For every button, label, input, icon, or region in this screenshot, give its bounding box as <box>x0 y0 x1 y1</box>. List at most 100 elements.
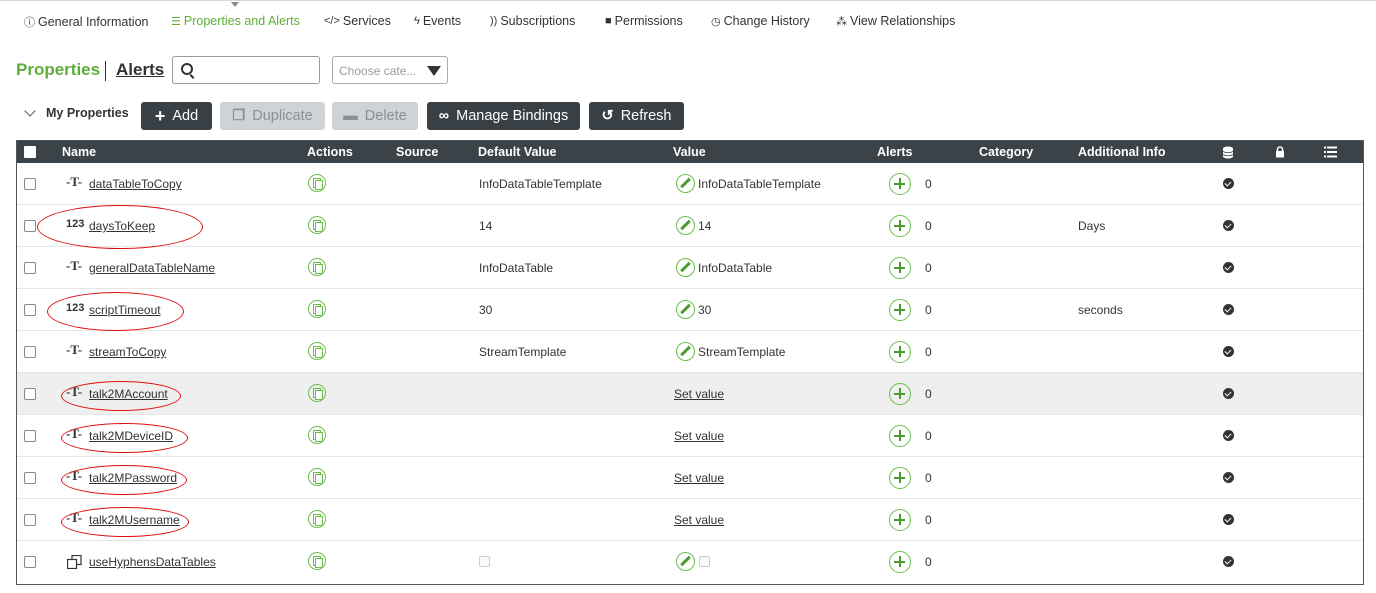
column-default-value[interactable]: Default Value <box>478 145 557 159</box>
table-row[interactable]: useHyphensDataTables 0 <box>17 541 1363 583</box>
tab-label: Subscriptions <box>500 14 576 28</box>
column-name[interactable]: Name <box>62 145 96 159</box>
property-name[interactable]: useHyphensDataTables <box>89 555 216 569</box>
alerts-link[interactable]: Alerts <box>116 60 164 80</box>
copy-icon[interactable] <box>308 384 326 402</box>
tab-change-history[interactable]: ◷ Change History <box>711 14 810 28</box>
category-placeholder: Choose cate... <box>339 64 417 78</box>
tab-permissions[interactable]: ■ Permissions <box>605 14 683 28</box>
refresh-button[interactable]: ↺ Refresh <box>589 102 684 130</box>
copy-icon[interactable] <box>308 342 326 360</box>
row-checkbox[interactable] <box>24 514 36 526</box>
select-all-checkbox[interactable] <box>24 146 36 158</box>
tab-events[interactable]: ϟ Events <box>414 14 461 28</box>
row-checkbox[interactable] <box>24 388 36 400</box>
add-alert-icon[interactable] <box>889 383 911 405</box>
tab-label: General Information <box>38 15 149 29</box>
table-row[interactable]: -T- talk2MUsername Set value 0 <box>17 499 1363 541</box>
alert-count: 0 <box>925 429 932 443</box>
edit-pencil-icon[interactable] <box>676 174 695 193</box>
edit-pencil-icon[interactable] <box>676 552 695 571</box>
tab-general-information[interactable]: ⓘ General Information <box>24 14 148 30</box>
manage-bindings-button[interactable]: ∞ Manage Bindings <box>427 102 580 130</box>
add-alert-icon[interactable] <box>889 257 911 279</box>
copy-icon[interactable] <box>308 174 326 192</box>
duplicate-button[interactable]: ❐ Duplicate <box>220 102 325 130</box>
tab-properties-and-alerts[interactable]: ☰ Properties and Alerts <box>171 14 300 28</box>
set-value-link[interactable]: Set value <box>674 387 724 401</box>
table-row[interactable]: -T- talk2MAccount Set value 0 <box>17 373 1363 415</box>
row-checkbox[interactable] <box>24 304 36 316</box>
copy-icon[interactable] <box>308 468 326 486</box>
category-select[interactable]: Choose cate... <box>332 56 448 84</box>
copy-icon[interactable] <box>308 300 326 318</box>
copy-icon[interactable] <box>308 510 326 528</box>
table-row[interactable]: -T- dataTableToCopy InfoDataTableTemplat… <box>17 163 1363 205</box>
column-chooser-icon[interactable] <box>1324 146 1337 158</box>
row-checkbox[interactable] <box>24 346 36 358</box>
copy-icon[interactable] <box>308 216 326 234</box>
edit-pencil-icon[interactable] <box>676 216 695 235</box>
add-alert-icon[interactable] <box>889 551 911 573</box>
table-row[interactable]: -T- talk2MDeviceID Set value 0 <box>17 415 1363 457</box>
add-alert-icon[interactable] <box>889 509 911 531</box>
database-icon[interactable] <box>1222 146 1234 159</box>
row-checkbox[interactable] <box>24 472 36 484</box>
property-name[interactable]: talk2MAccount <box>89 387 168 401</box>
column-category[interactable]: Category <box>979 145 1033 159</box>
tab-view-relationships[interactable]: ⁂ View Relationships <box>836 14 955 28</box>
row-checkbox[interactable] <box>24 220 36 232</box>
set-value-link[interactable]: Set value <box>674 471 724 485</box>
column-value[interactable]: Value <box>673 145 706 159</box>
copy-icon[interactable] <box>308 258 326 276</box>
row-checkbox[interactable] <box>24 178 36 190</box>
check-circle-icon <box>1223 556 1234 567</box>
add-alert-icon[interactable] <box>889 341 911 363</box>
table-row[interactable]: 123 scriptTimeout 30 30 0 seconds <box>17 289 1363 331</box>
string-type-icon: -T- <box>66 342 83 357</box>
column-actions[interactable]: Actions <box>307 145 353 159</box>
set-value-link[interactable]: Set value <box>674 513 724 527</box>
lock-icon[interactable] <box>1275 146 1285 158</box>
set-value-link[interactable]: Set value <box>674 429 724 443</box>
property-name[interactable]: talk2MDeviceID <box>89 429 173 443</box>
row-checkbox[interactable] <box>24 262 36 274</box>
add-alert-icon[interactable] <box>889 215 911 237</box>
table-row[interactable]: -T- streamToCopy StreamTemplate StreamTe… <box>17 331 1363 373</box>
property-name[interactable]: talk2MPassword <box>89 471 177 485</box>
value-checkbox[interactable] <box>699 556 710 567</box>
add-alert-icon[interactable] <box>889 299 911 321</box>
delete-button[interactable]: ▬ Delete <box>332 102 418 130</box>
add-button[interactable]: + Add <box>141 102 212 130</box>
table-row[interactable]: -T- talk2MPassword Set value 0 <box>17 457 1363 499</box>
table-row[interactable]: 123 daysToKeep 14 14 0 Days <box>17 205 1363 247</box>
my-properties-toggle[interactable]: My Properties <box>22 105 129 120</box>
tab-label: Change History <box>723 14 810 28</box>
alert-count: 0 <box>925 303 932 317</box>
table-row[interactable]: -T- generalDataTableName InfoDataTable I… <box>17 247 1363 289</box>
property-name[interactable]: dataTableToCopy <box>89 177 182 191</box>
check-circle-icon <box>1223 304 1234 315</box>
tab-services[interactable]: </> Services <box>324 14 391 28</box>
property-name[interactable]: daysToKeep <box>89 219 155 233</box>
chevron-down-icon <box>24 105 36 117</box>
add-alert-icon[interactable] <box>889 425 911 447</box>
property-name[interactable]: scriptTimeout <box>89 303 161 317</box>
tab-subscriptions[interactable]: )) Subscriptions <box>490 14 575 28</box>
property-name[interactable]: talk2MUsername <box>89 513 180 527</box>
property-name[interactable]: generalDataTableName <box>89 261 215 275</box>
column-source[interactable]: Source <box>396 145 438 159</box>
edit-pencil-icon[interactable] <box>676 258 695 277</box>
add-alert-icon[interactable] <box>889 173 911 195</box>
edit-pencil-icon[interactable] <box>676 300 695 319</box>
search-input[interactable] <box>172 56 320 84</box>
row-checkbox[interactable] <box>24 556 36 568</box>
row-checkbox[interactable] <box>24 430 36 442</box>
add-alert-icon[interactable] <box>889 467 911 489</box>
column-additional-info[interactable]: Additional Info <box>1078 145 1165 159</box>
property-name[interactable]: streamToCopy <box>89 345 166 359</box>
copy-icon[interactable] <box>308 426 326 444</box>
copy-icon[interactable] <box>308 552 326 570</box>
edit-pencil-icon[interactable] <box>676 342 695 361</box>
column-alerts[interactable]: Alerts <box>877 145 912 159</box>
